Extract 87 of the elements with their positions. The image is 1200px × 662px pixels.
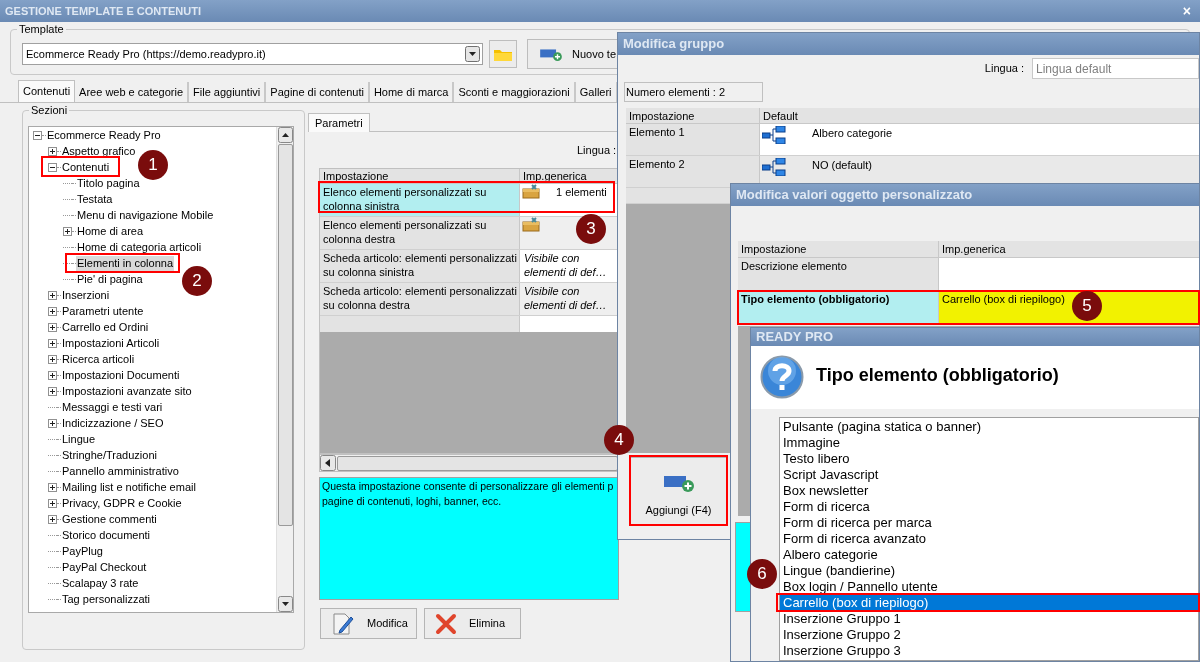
scrollbar[interactable]: [276, 127, 293, 612]
table-cell-text: Visibile con elementi di def…: [523, 251, 608, 279]
folder-icon: [494, 47, 512, 61]
expand-icon[interactable]: [48, 290, 57, 300]
question-icon: [760, 355, 804, 399]
scroll-thumb[interactable]: [277, 144, 293, 526]
column-header: Impostazione: [738, 241, 939, 257]
hierarchy-icon: [762, 126, 786, 144]
scroll-down-icon[interactable]: [277, 596, 293, 612]
edit-button[interactable]: Modifica: [320, 608, 417, 639]
list-item[interactable]: Carrello (box di riepilogo): [780, 595, 1198, 611]
expand-icon[interactable]: [48, 338, 57, 348]
options-list[interactable]: [779, 417, 1199, 661]
edit-document-icon: [331, 611, 355, 636]
expand-icon[interactable]: [48, 418, 57, 428]
expand-icon[interactable]: [48, 306, 57, 316]
list-item[interactable]: Form di ricerca per marca: [780, 515, 1198, 531]
column-header: Impostazione: [626, 108, 760, 123]
list-item[interactable]: Lingue (bandierine): [780, 563, 1198, 579]
list-item[interactable]: Inserzione Gruppo 3: [780, 643, 1198, 659]
field-label: Lingua :: [577, 142, 617, 158]
dialog-heading: Tipo elemento (obbligatorio): [816, 364, 1059, 387]
delete-button[interactable]: Elimina: [424, 608, 521, 639]
template-dropdown[interactable]: Ecommerce Ready Pro (https://demo.readypro.it): [22, 43, 483, 65]
add-panel-icon: [540, 47, 562, 61]
tree-item[interactable]: Elementi in colonna: [76, 255, 174, 271]
table-cell: NO (default): [812, 158, 872, 172]
expand-icon[interactable]: [48, 386, 57, 396]
list-item[interactable]: Box newsletter: [780, 483, 1198, 499]
delete-icon: [435, 612, 457, 635]
column-header: Impostazione: [320, 169, 520, 183]
scroll-left-icon[interactable]: [320, 455, 336, 471]
table-cell: Descrizione elemento: [738, 258, 939, 290]
list-item[interactable]: Testo libero: [780, 451, 1198, 467]
list-item[interactable]: Albero categorie: [780, 547, 1198, 563]
expand-icon[interactable]: [63, 226, 72, 236]
group-label: Template: [17, 22, 66, 36]
dropdown-value: Ecommerce Ready Pro (https://demo.readypro.it): [26, 46, 266, 62]
table-cell: Elenco elementi personalizzati su colonna sinistra: [320, 184, 520, 216]
tab[interactable]: Parametri: [308, 113, 370, 132]
hierarchy-icon: [762, 158, 786, 176]
scroll-thumb[interactable]: [337, 455, 618, 471]
scrollbar[interactable]: [319, 454, 619, 472]
list-item[interactable]: Immagine: [780, 435, 1198, 451]
group-label: Sezioni: [29, 103, 70, 117]
field-label: Lingua :: [984, 61, 1024, 77]
table-cell-text: 1 elementi: [556, 185, 607, 199]
column-header: Default: [762, 109, 799, 123]
table-cell: Scheda articolo: elementi personalizzati su colonna destra: [320, 283, 520, 315]
expand-icon[interactable]: [48, 514, 57, 524]
description-text: pagine di contenuti, loghi, banner, ecc.: [322, 494, 503, 509]
count-box: Numero elementi : 2: [624, 82, 763, 102]
description-text: Questa impostazione consente di personalizzare gli elementi p: [322, 479, 615, 494]
list-item[interactable]: Form di ricerca: [780, 499, 1198, 515]
expand-icon[interactable]: [48, 322, 57, 332]
toolbox-icon: [522, 184, 540, 199]
column-header: Imp.generica: [522, 169, 588, 183]
expand-icon[interactable]: [48, 370, 57, 380]
tab[interactable]: Contenuti: [18, 80, 76, 102]
list-item[interactable]: Form di ricerca avanzato: [780, 531, 1198, 547]
add-panel-icon: [663, 473, 694, 492]
table-cell: Elemento 2: [626, 156, 760, 187]
list-item[interactable]: Script Javascript: [780, 467, 1198, 483]
window-title: GESTIONE TEMPLATE E CONTENUTI: [5, 3, 201, 19]
list-item[interactable]: Pulsante (pagina statica o banner): [780, 419, 1198, 435]
list-item[interactable]: Box login / Pannello utente: [780, 579, 1198, 595]
expand-icon[interactable]: [48, 146, 57, 156]
collapse-icon[interactable]: [48, 162, 57, 172]
expand-icon[interactable]: [48, 498, 57, 508]
list-item[interactable]: Inserzione Gruppo 1: [780, 611, 1198, 627]
table-cell: Elenco elementi personalizzati su colonna destra: [320, 217, 520, 249]
add-button[interactable]: Aggiungi (F4): [630, 457, 727, 525]
table-cell-text: Visibile con elementi di def…: [523, 284, 608, 312]
table-cell: Elemento 1: [626, 124, 760, 155]
expand-icon[interactable]: [48, 482, 57, 492]
toolbox-icon: [522, 217, 540, 232]
scroll-up-icon[interactable]: [277, 127, 293, 143]
table-cell: Albero categorie: [812, 126, 893, 140]
list-item[interactable]: Inserzione Gruppo 2: [780, 627, 1198, 643]
collapse-icon[interactable]: [33, 130, 42, 140]
window-title: Modifica valori oggetto personalizzato: [736, 186, 973, 205]
table-cell: Scheda articolo: elementi personalizzati su colonna sinistra: [320, 250, 520, 282]
expand-icon[interactable]: [48, 354, 57, 364]
column-header: Imp.generica: [941, 242, 1007, 257]
table-cell: Tipo elemento (obbligatorio): [738, 291, 939, 323]
language-field[interactable]: Lingua default: [1032, 58, 1199, 79]
window-title: READY PRO: [756, 328, 834, 347]
